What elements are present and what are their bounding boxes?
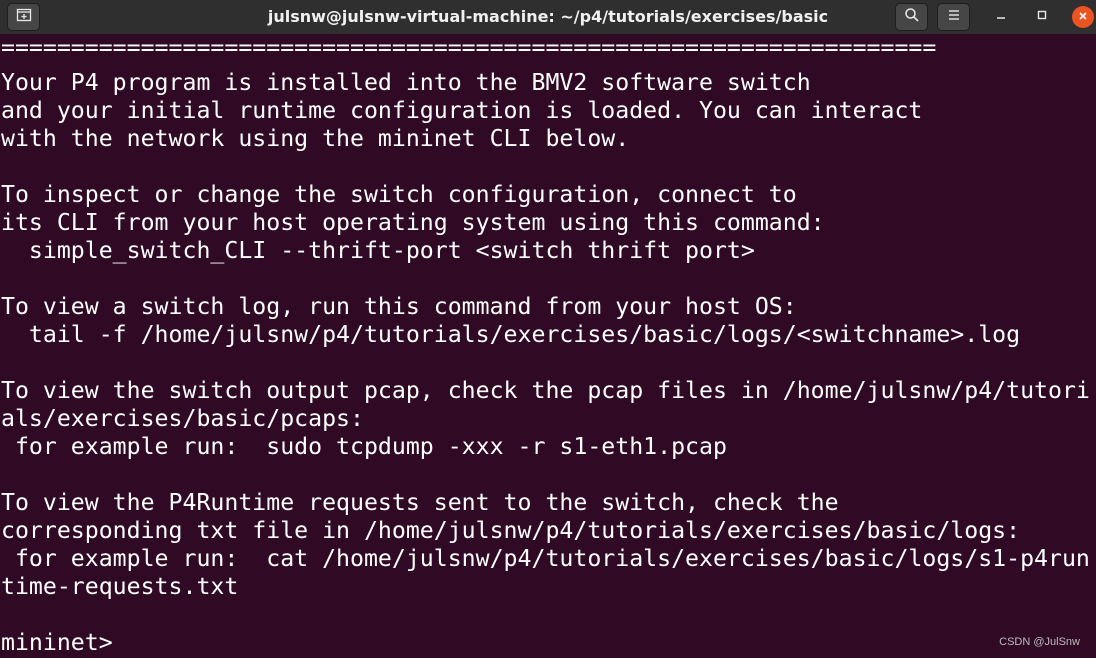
terminal-line: To inspect or change the switch configur… bbox=[1, 181, 797, 208]
terminal-line: To view the switch output pcap, check th… bbox=[1, 377, 1090, 404]
title-bar[interactable]: julsnw@julsnw-virtual-machine: ~/p4/tuto… bbox=[0, 0, 1096, 34]
search-icon bbox=[904, 7, 920, 28]
minimize-icon bbox=[995, 8, 1007, 26]
window-title: julsnw@julsnw-virtual-machine: ~/p4/tuto… bbox=[267, 7, 829, 26]
minimize-button[interactable] bbox=[988, 3, 1014, 31]
terminal-line: tail -f /home/julsnw/p4/tutorials/exerci… bbox=[1, 321, 1021, 348]
close-button[interactable] bbox=[1072, 6, 1094, 28]
hamburger-menu-icon bbox=[947, 8, 961, 27]
maximize-icon bbox=[1036, 8, 1048, 26]
close-icon bbox=[1078, 8, 1088, 26]
terminal-prompt[interactable]: mininet> bbox=[1, 629, 113, 657]
terminal-line: for example run: sudo tcpdump -xxx -r s1… bbox=[1, 433, 727, 460]
watermark: CSDN @JulSnw bbox=[999, 636, 1080, 648]
menu-button[interactable] bbox=[937, 3, 970, 31]
terminal-line: time-requests.txt bbox=[1, 573, 239, 600]
terminal-output[interactable]: ========================================… bbox=[0, 34, 1096, 658]
terminal-line: simple_switch_CLI --thrift-port <switch … bbox=[1, 237, 755, 264]
terminal-line: als/exercises/basic/pcaps: bbox=[1, 405, 364, 432]
terminal-line: its CLI from your host operating system … bbox=[1, 209, 825, 236]
terminal-line: and your initial runtime configuration i… bbox=[1, 97, 923, 124]
terminal-line: corresponding txt file in /home/julsnw/p… bbox=[1, 517, 1021, 544]
new-tab-icon bbox=[16, 7, 32, 28]
search-button[interactable] bbox=[895, 3, 928, 31]
terminal-window: julsnw@julsnw-virtual-machine: ~/p4/tuto… bbox=[0, 0, 1096, 658]
maximize-button[interactable] bbox=[1029, 3, 1055, 31]
terminal-line: To view the P4Runtime requests sent to t… bbox=[1, 489, 839, 516]
terminal-line: for example run: cat /home/julsnw/p4/tut… bbox=[1, 545, 1090, 572]
new-tab-button[interactable] bbox=[7, 3, 40, 31]
terminal-line: Your P4 program is installed into the BM… bbox=[1, 69, 811, 96]
terminal-line: with the network using the mininet CLI b… bbox=[1, 125, 630, 152]
terminal-line: ========================================… bbox=[1, 34, 937, 61]
terminal-line: To view a switch log, run this command f… bbox=[1, 293, 797, 320]
